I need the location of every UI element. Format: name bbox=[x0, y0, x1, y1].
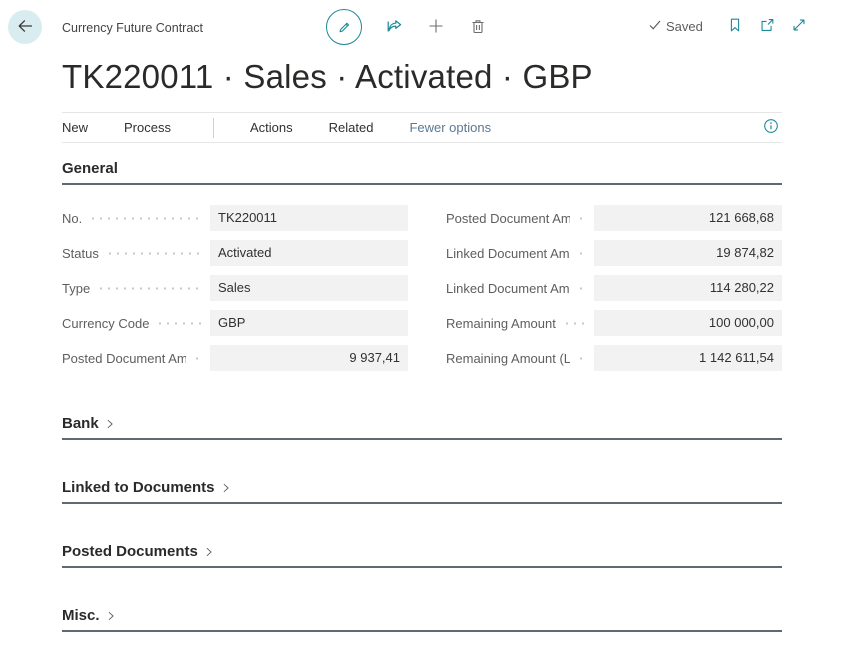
dotted-leader bbox=[193, 357, 201, 360]
new-button[interactable] bbox=[426, 16, 446, 39]
share-icon bbox=[384, 16, 404, 39]
save-status: Saved bbox=[648, 18, 703, 35]
currency-code-field[interactable]: GBP bbox=[210, 310, 408, 336]
edit-button[interactable] bbox=[326, 9, 362, 45]
card-content: TK220011 · Sales · Activated · GBP New P… bbox=[62, 58, 782, 632]
fields-left-column: No. TK220011 Status Activated Type Sales… bbox=[62, 205, 408, 371]
menu-item-new[interactable]: New bbox=[62, 120, 88, 135]
open-in-new-window-icon bbox=[758, 16, 776, 37]
dotted-leader bbox=[577, 287, 585, 290]
dotted-leader bbox=[156, 322, 201, 325]
posted-document-amount-lcy-field[interactable]: 121 668,68 bbox=[594, 205, 782, 231]
menu-divider bbox=[213, 118, 214, 138]
dotted-leader bbox=[89, 217, 201, 220]
no-label: No. bbox=[62, 211, 82, 226]
open-in-new-window-button[interactable] bbox=[758, 16, 776, 37]
field-row: Remaining Amount 100 000,00 bbox=[446, 310, 782, 336]
page-title: TK220011 · Sales · Activated · GBP bbox=[62, 58, 782, 96]
delete-button[interactable] bbox=[468, 16, 488, 39]
dotted-leader bbox=[577, 357, 585, 360]
plus-icon bbox=[426, 16, 446, 39]
menu-item-process[interactable]: Process bbox=[124, 120, 171, 135]
currency-code-label: Currency Code bbox=[62, 316, 149, 331]
remaining-amount-label: Remaining Amount bbox=[446, 316, 556, 331]
dotted-leader bbox=[97, 287, 201, 290]
field-row: Remaining Amount (L... 1 142 611,54 bbox=[446, 345, 782, 371]
general-fields: No. TK220011 Status Activated Type Sales… bbox=[62, 205, 782, 371]
fields-right-column: Posted Document Am... 121 668,68 Linked … bbox=[446, 205, 782, 371]
trash-icon bbox=[468, 16, 488, 39]
section-bank[interactable]: Bank bbox=[62, 414, 782, 440]
type-label: Type bbox=[62, 281, 90, 296]
general-section-heading[interactable]: General bbox=[62, 160, 782, 185]
posted-document-amount-label: Posted Document Am... bbox=[62, 351, 186, 366]
pencil-icon bbox=[335, 17, 353, 38]
share-button[interactable] bbox=[384, 16, 404, 39]
menu-item-related[interactable]: Related bbox=[329, 120, 374, 135]
remaining-amount-lcy-field[interactable]: 1 142 611,54 bbox=[594, 345, 782, 371]
section-misc-label: Misc. bbox=[62, 606, 100, 625]
field-row: No. TK220011 bbox=[62, 205, 408, 231]
chevron-right-icon bbox=[202, 545, 216, 559]
section-linked-to-documents-label: Linked to Documents bbox=[62, 478, 215, 497]
field-row: Linked Document Am... 19 874,82 bbox=[446, 240, 782, 266]
status-label: Status bbox=[62, 246, 99, 261]
section-posted-documents[interactable]: Posted Documents bbox=[62, 542, 782, 568]
menu-bar: New Process Actions Related Fewer option… bbox=[62, 112, 782, 143]
bookmark-icon bbox=[726, 16, 744, 37]
back-arrow-icon bbox=[15, 16, 35, 39]
type-field[interactable]: Sales bbox=[210, 275, 408, 301]
linked-document-amount-label: Linked Document Am... bbox=[446, 246, 570, 261]
menu-item-actions[interactable]: Actions bbox=[250, 120, 293, 135]
field-row: Linked Document Am... 114 280,22 bbox=[446, 275, 782, 301]
expand-diagonal-icon bbox=[790, 16, 808, 37]
card-action-bar bbox=[326, 9, 488, 45]
posted-document-amount-field[interactable]: 9 937,41 bbox=[210, 345, 408, 371]
dotted-leader bbox=[563, 322, 585, 325]
posted-document-amount-lcy-label: Posted Document Am... bbox=[446, 211, 570, 226]
section-linked-to-documents[interactable]: Linked to Documents bbox=[62, 478, 782, 504]
linked-document-amount-field[interactable]: 19 874,82 bbox=[594, 240, 782, 266]
no-field[interactable]: TK220011 bbox=[210, 205, 408, 231]
field-row: Posted Document Am... 9 937,41 bbox=[62, 345, 408, 371]
section-misc[interactable]: Misc. bbox=[62, 606, 782, 632]
info-button[interactable] bbox=[762, 117, 780, 138]
topbar: Currency Future Contract bbox=[0, 0, 844, 54]
field-row: Currency Code GBP bbox=[62, 310, 408, 336]
chevron-right-icon bbox=[104, 609, 118, 623]
dotted-leader bbox=[577, 217, 585, 220]
info-icon bbox=[762, 117, 780, 138]
remaining-amount-lcy-label: Remaining Amount (L... bbox=[446, 351, 570, 366]
linked-document-amount-lcy-label: Linked Document Am... bbox=[446, 281, 570, 296]
dotted-leader bbox=[106, 252, 201, 255]
save-status-label: Saved bbox=[666, 19, 703, 34]
chevron-right-icon bbox=[103, 417, 117, 431]
field-row: Type Sales bbox=[62, 275, 408, 301]
currency-future-contract-card: Currency Future Contract bbox=[0, 0, 844, 645]
field-row: Status Activated bbox=[62, 240, 408, 266]
status-field[interactable]: Activated bbox=[210, 240, 408, 266]
bookmark-button[interactable] bbox=[726, 16, 744, 37]
section-posted-documents-label: Posted Documents bbox=[62, 542, 198, 561]
linked-document-amount-lcy-field[interactable]: 114 280,22 bbox=[594, 275, 782, 301]
check-icon bbox=[648, 18, 662, 35]
menu-item-fewer-options[interactable]: Fewer options bbox=[409, 120, 491, 135]
remaining-amount-field[interactable]: 100 000,00 bbox=[594, 310, 782, 336]
window-action-bar bbox=[726, 16, 808, 37]
section-bank-label: Bank bbox=[62, 414, 99, 433]
field-row: Posted Document Am... 121 668,68 bbox=[446, 205, 782, 231]
back-button[interactable] bbox=[8, 10, 42, 44]
dotted-leader bbox=[577, 252, 585, 255]
page-context-label: Currency Future Contract bbox=[62, 21, 203, 35]
expand-button[interactable] bbox=[790, 16, 808, 37]
chevron-right-icon bbox=[219, 481, 233, 495]
